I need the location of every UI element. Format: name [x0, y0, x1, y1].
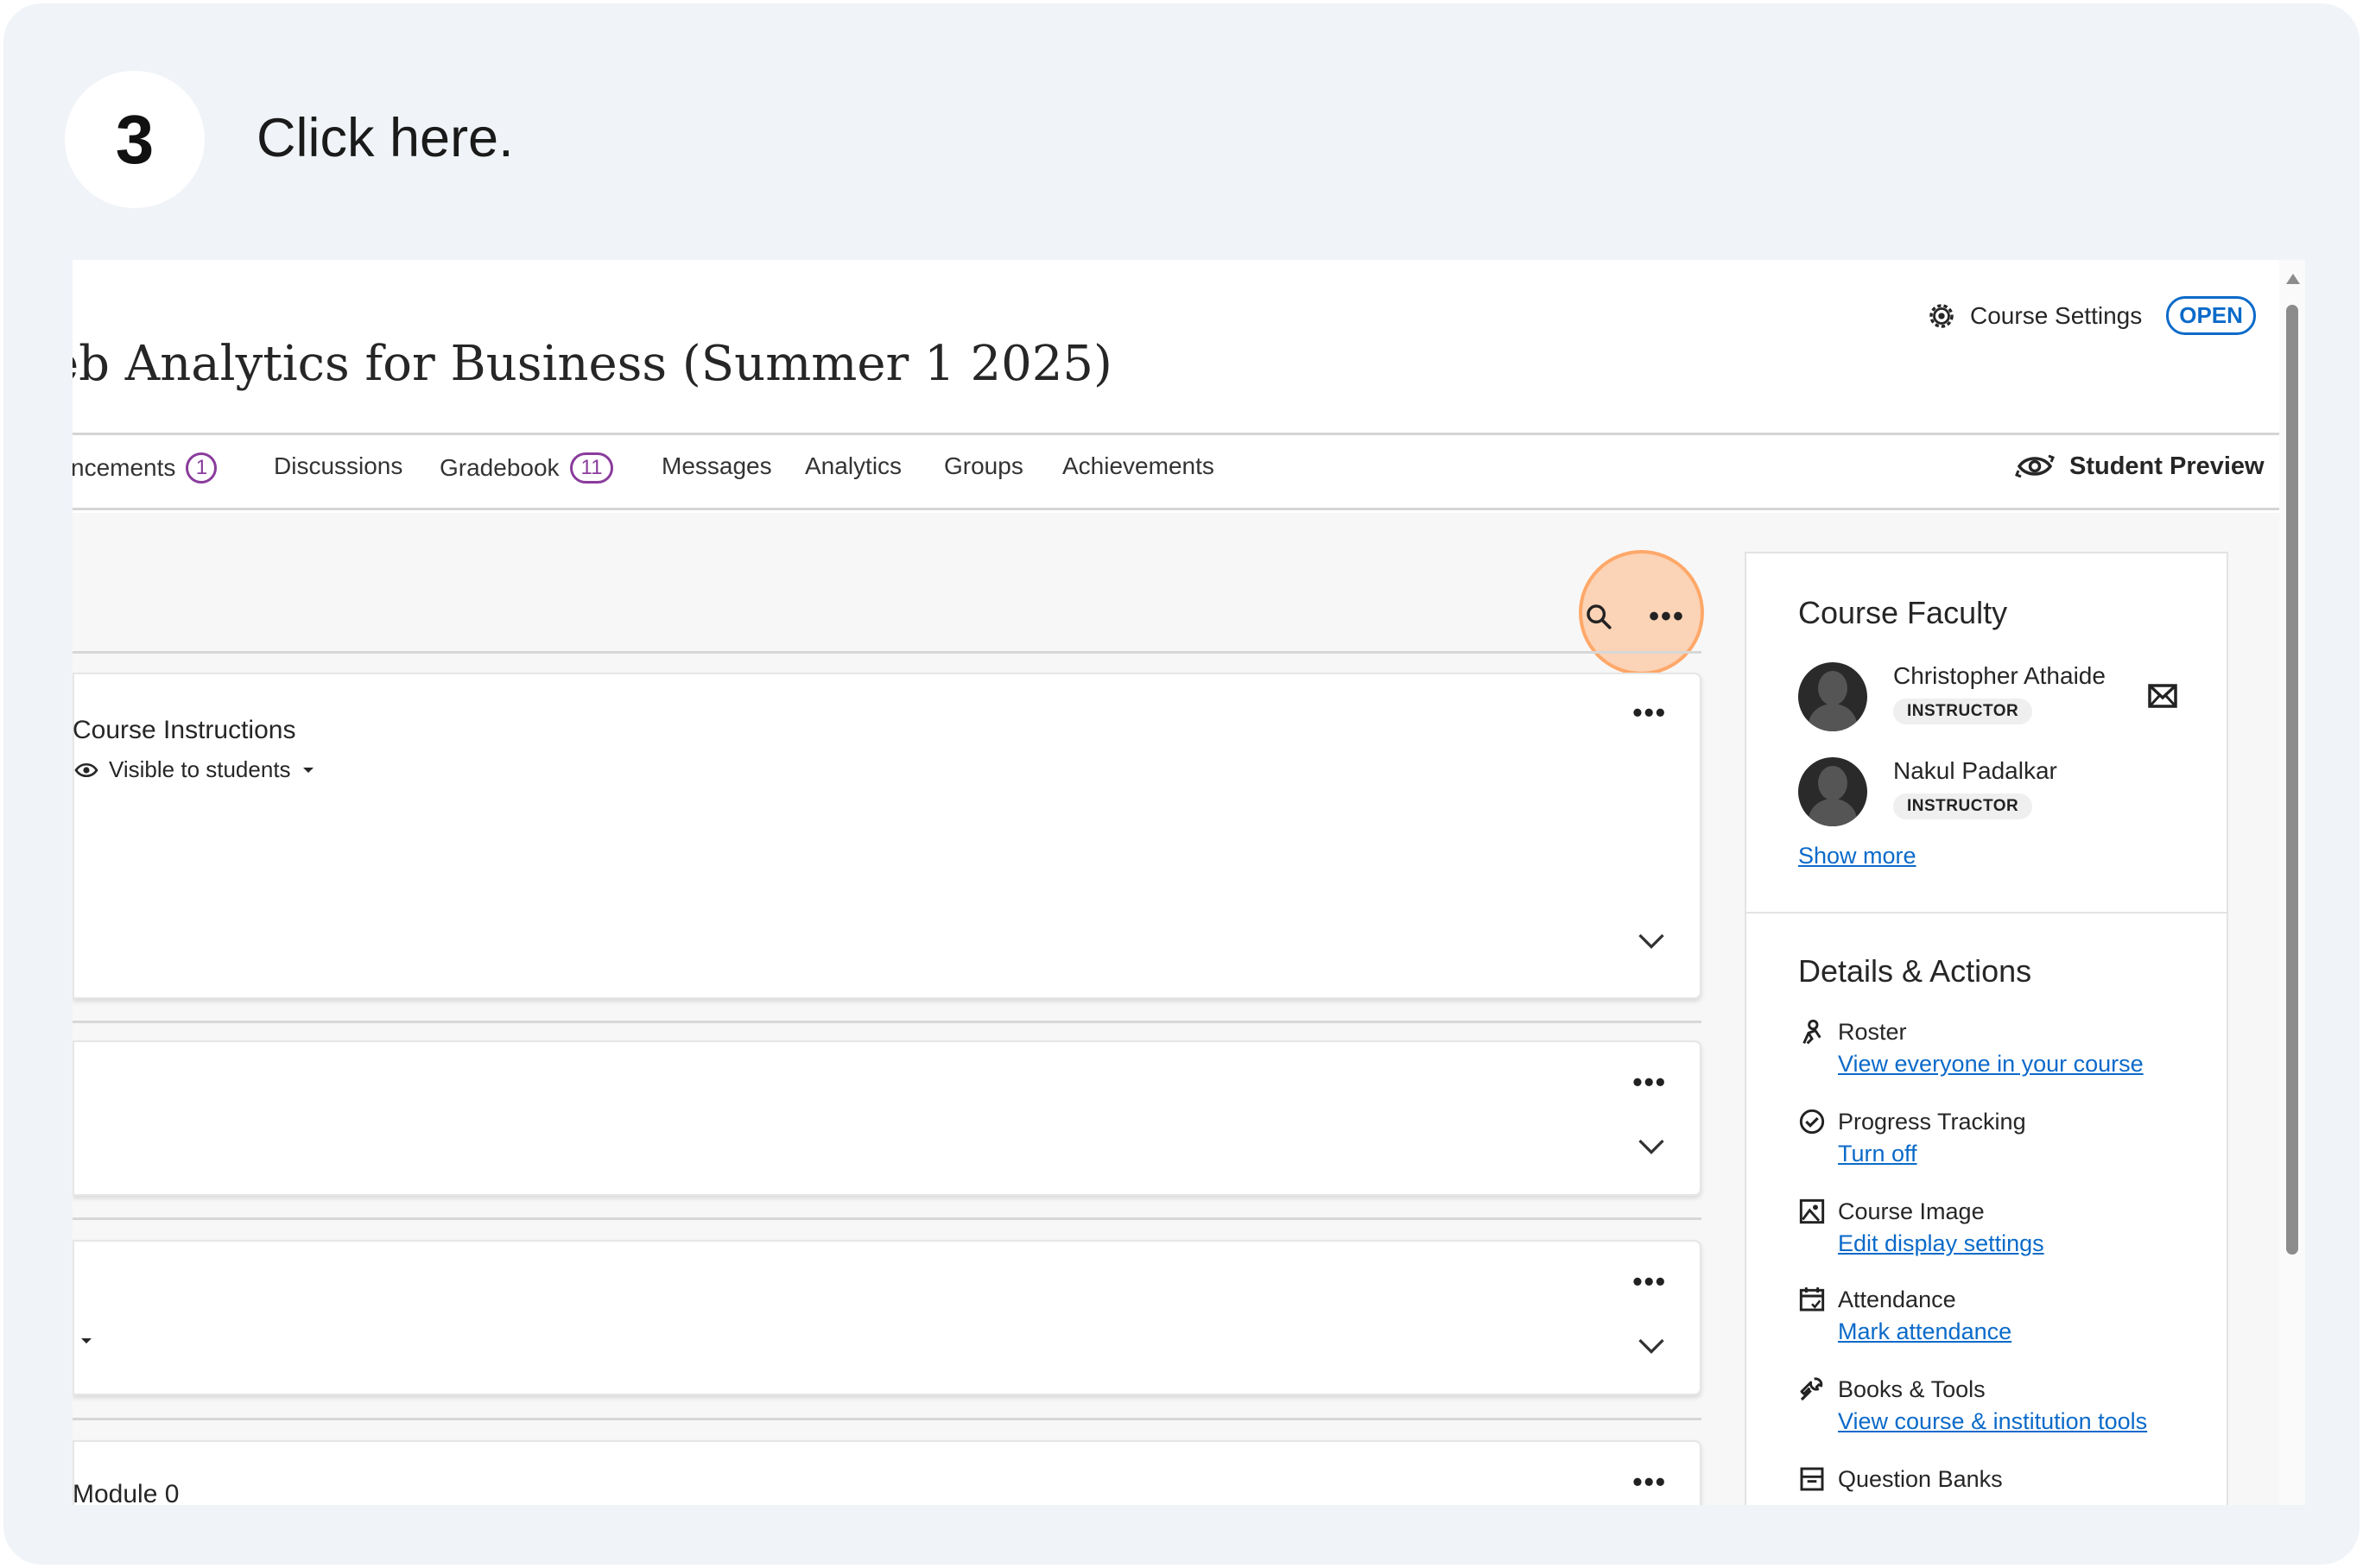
action-link[interactable]: Mark attendance — [1838, 1318, 2011, 1345]
tab-discussions[interactable]: Discussions — [274, 452, 402, 480]
card-title[interactable]: Course Instructions — [73, 716, 295, 745]
course-settings[interactable]: Course Settings OPEN — [1927, 296, 2256, 335]
card-more-options-button[interactable]: ••• — [1632, 1266, 1667, 1298]
student-preview-button[interactable]: Student Preview — [2014, 451, 2265, 482]
course-screenshot: eb Analytics for Business (Summer 1 2025… — [73, 260, 2305, 1505]
avatar — [1798, 662, 1867, 731]
action-course-image: Course Image Edit display settings — [1798, 1198, 2213, 1257]
action-label: Progress Tracking — [1838, 1108, 2026, 1135]
faculty-member[interactable]: Christopher Athaide INSTRUCTOR — [1798, 662, 2106, 731]
scroll-up-arrow-icon[interactable] — [2286, 274, 2300, 284]
action-label: Question Banks — [1838, 1465, 2003, 1492]
tab-analytics[interactable]: Analytics — [805, 452, 902, 480]
tab-label: Analytics — [805, 452, 903, 479]
chevron-down-icon[interactable] — [1636, 1130, 1667, 1161]
tab-announcements[interactable]: ncements 1 — [73, 452, 218, 484]
tab-count-badge: 11 — [569, 452, 614, 484]
card-title[interactable]: Module 0 — [73, 1480, 179, 1505]
page-scrollbar[interactable] — [2279, 260, 2305, 1505]
chevron-down-icon[interactable] — [1636, 1330, 1667, 1361]
eye-icon — [74, 762, 98, 777]
step-number-badge: 3 — [65, 71, 205, 208]
action-link[interactable]: View everyone in your course — [1838, 1051, 2144, 1078]
roster-icon — [1802, 1019, 1821, 1045]
action-link[interactable]: View course & institution tools — [1838, 1408, 2147, 1435]
tab-achievements[interactable]: Achievements — [1062, 452, 1214, 480]
mail-icon[interactable] — [2148, 683, 2177, 709]
card-more-options-button[interactable]: ••• — [1632, 1466, 1667, 1498]
course-title: eb Analytics for Business (Summer 1 2025… — [73, 336, 1112, 392]
course-sidebar: Course Faculty Christopher Athaide INSTR… — [1745, 552, 2228, 1505]
faculty-heading: Course Faculty — [1798, 595, 2008, 630]
action-roster: Roster View everyone in your course — [1798, 1018, 2213, 1078]
action-books-tools: Books & Tools View course & institution … — [1798, 1375, 2213, 1435]
avatar — [1798, 757, 1867, 826]
content-card-module-0[interactable]: Module 0 ••• — [73, 1440, 1701, 1505]
action-link[interactable]: Turn off — [1838, 1141, 1917, 1167]
search-button[interactable] — [1573, 591, 1625, 642]
tab-messages[interactable]: Messages — [662, 452, 772, 480]
chevron-down-icon[interactable] — [1636, 925, 1667, 956]
tab-label: ncements — [73, 454, 176, 481]
section-divider — [73, 1021, 1701, 1023]
action-label: Attendance — [1838, 1286, 1956, 1312]
faculty-name[interactable]: Nakul Padalkar — [1893, 757, 2057, 785]
course-nav: ncements 1 Discussions Gradebook 11 Mess… — [73, 433, 2279, 510]
tab-label: Achievements — [1062, 452, 1214, 479]
content-card[interactable]: ••• — [73, 1240, 1701, 1395]
toolbar-divider — [73, 651, 1701, 654]
action-attendance: Attendance Mark attendance — [1798, 1286, 2213, 1345]
content-card[interactable]: ••• — [73, 1040, 1701, 1196]
role-badge: INSTRUCTOR — [1893, 699, 2033, 724]
tab-label: Messages — [662, 452, 772, 479]
tab-gradebook[interactable]: Gradebook 11 — [440, 452, 614, 484]
action-label: Roster — [1838, 1018, 1907, 1045]
tab-label: Groups — [944, 452, 1023, 479]
tab-groups[interactable]: Groups — [944, 452, 1023, 480]
search-icon — [1587, 604, 1612, 629]
scroll-thumb[interactable] — [2286, 305, 2298, 1255]
image-icon — [1799, 1198, 1825, 1224]
tab-label: Discussions — [274, 452, 403, 479]
student-preview-label: Student Preview — [2069, 452, 2265, 480]
sidebar-divider — [1746, 912, 2227, 914]
more-options-button[interactable]: ••• — [1636, 585, 1698, 648]
step-instruction: Click here. — [257, 108, 514, 168]
gear-icon — [1929, 303, 1954, 328]
tab-count-badge: 1 — [186, 452, 218, 484]
content-card-course-instructions[interactable]: Course Instructions Visible to students … — [73, 673, 1701, 999]
action-label: Books & Tools — [1838, 1375, 1986, 1402]
action-label: Course Image — [1838, 1198, 1985, 1224]
course-status-badge[interactable]: OPEN — [2166, 296, 2256, 335]
section-divider — [73, 1418, 1701, 1420]
visibility-label: Visible to students — [109, 756, 291, 782]
wrench-icon — [1800, 1377, 1823, 1401]
tab-label: Gradebook — [440, 454, 560, 481]
check-circle-icon — [1799, 1109, 1825, 1135]
details-heading: Details & Actions — [1798, 953, 2032, 989]
eye-refresh-icon — [2015, 454, 2055, 478]
card-more-options-button[interactable]: ••• — [1632, 697, 1667, 729]
calendar-icon — [1799, 1287, 1825, 1312]
step-number: 3 — [115, 100, 155, 178]
tutorial-frame: 3 Click here. eb Analytics for Business … — [3, 3, 2360, 1565]
course-content-area: ••• Course Instructions Visible to stude… — [73, 513, 2279, 1505]
caret-down-icon[interactable] — [79, 1337, 93, 1345]
show-more-link[interactable]: Show more — [1798, 843, 1916, 869]
faculty-name[interactable]: Christopher Athaide — [1893, 662, 2106, 690]
action-progress-tracking: Progress Tracking Turn off — [1798, 1108, 2213, 1167]
course-settings-label[interactable]: Course Settings — [1970, 302, 2142, 330]
card-more-options-button[interactable]: ••• — [1632, 1066, 1667, 1098]
visibility-dropdown[interactable]: Visible to students — [74, 756, 315, 783]
action-question-banks: Question Banks — [1798, 1465, 2213, 1493]
bank-icon — [1800, 1467, 1824, 1491]
section-divider — [73, 1217, 1701, 1220]
caret-down-icon — [302, 767, 314, 773]
course-title-area: eb Analytics for Business (Summer 1 2025… — [73, 329, 1282, 407]
faculty-member[interactable]: Nakul Padalkar INSTRUCTOR — [1798, 757, 2057, 826]
role-badge: INSTRUCTOR — [1893, 793, 2033, 819]
action-link[interactable]: Edit display settings — [1838, 1230, 2044, 1257]
